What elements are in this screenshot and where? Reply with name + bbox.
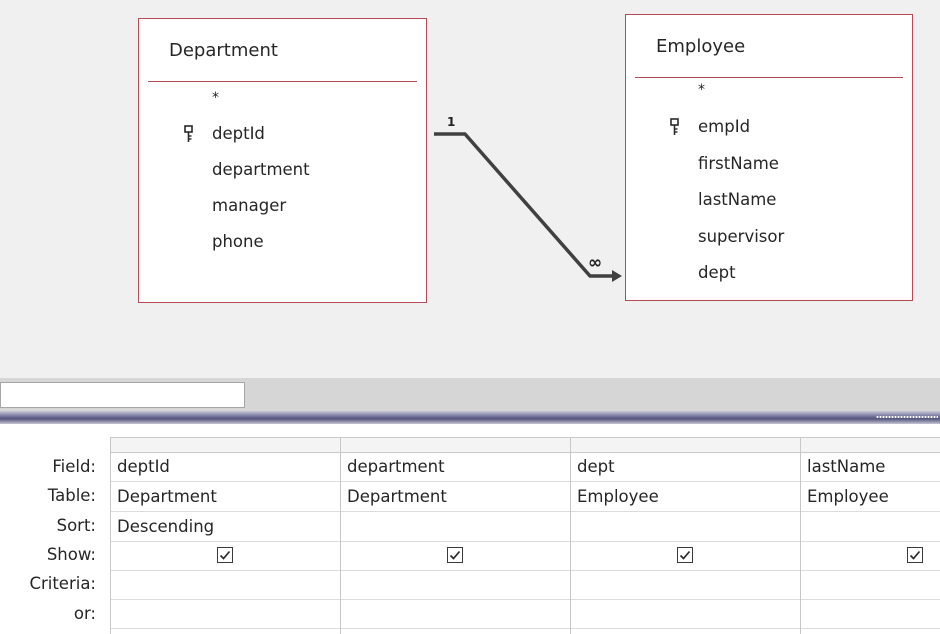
show-checkbox[interactable] <box>447 547 463 563</box>
grid-cell-criteria[interactable] <box>801 571 940 600</box>
grid-cell-or[interactable] <box>341 600 570 629</box>
grid-cell-sort[interactable] <box>571 512 800 542</box>
row-label-field: Field: <box>52 457 96 476</box>
column-selector[interactable] <box>801 438 940 453</box>
show-checkbox[interactable] <box>217 547 233 563</box>
grid-cell-table[interactable]: Employee <box>801 482 940 512</box>
relationship-line[interactable]: 1 ∞ <box>0 0 940 378</box>
row-label-or: or: <box>73 604 96 623</box>
grid-cell-show <box>801 542 940 571</box>
splitter-grip-icon[interactable] <box>876 415 938 420</box>
grid-cell-sort[interactable] <box>801 512 940 542</box>
horizontal-scrollbar[interactable] <box>0 382 245 408</box>
row-label-table: Table: <box>47 486 96 505</box>
grid-cell-or[interactable] <box>111 600 340 629</box>
grid-column-1: deptId Department Descending <box>111 438 341 634</box>
query-design-grid: Field: Table: Sort: Show: Criteria: or: … <box>0 424 940 634</box>
grid-cell-show <box>111 542 340 571</box>
row-label-sort: Sort: <box>56 516 96 535</box>
grid-cell-criteria[interactable] <box>111 571 340 600</box>
relationship-many-label: ∞ <box>588 253 602 273</box>
grid-column-2: department Department <box>341 438 571 634</box>
query-design-pane[interactable]: Department * deptId department manager p… <box>0 0 940 378</box>
column-selector[interactable] <box>111 438 340 453</box>
grid-cell-table[interactable]: Employee <box>571 482 800 512</box>
relationship-one-label: 1 <box>447 115 455 129</box>
grid-cell-or[interactable] <box>801 600 940 629</box>
grid-cell-field[interactable]: dept <box>571 452 800 482</box>
grid-cell-sort[interactable] <box>341 512 570 542</box>
column-selector[interactable] <box>341 438 570 453</box>
grid-column-3: dept Employee <box>571 438 801 634</box>
grid-cell-criteria[interactable] <box>341 571 570 600</box>
pane-splitter[interactable] <box>0 411 940 424</box>
grid-cell-criteria[interactable] <box>571 571 800 600</box>
show-checkbox[interactable] <box>907 547 923 563</box>
grid-cell-show <box>571 542 800 571</box>
column-selector[interactable] <box>571 438 800 453</box>
grid-cell-or[interactable] <box>571 600 800 629</box>
designer-scrollbar-area <box>0 378 940 411</box>
grid-cell-table[interactable]: Department <box>341 482 570 512</box>
grid-cell-show <box>341 542 570 571</box>
grid-columns: deptId Department Descending department … <box>110 437 940 634</box>
grid-cell-field[interactable]: deptId <box>111 452 340 482</box>
show-checkbox[interactable] <box>677 547 693 563</box>
grid-cell-table[interactable]: Department <box>111 482 340 512</box>
grid-cell-field[interactable]: department <box>341 452 570 482</box>
row-label-criteria: Criteria: <box>29 574 96 593</box>
grid-column-4: lastName Employee <box>801 438 940 634</box>
grid-cell-field[interactable]: lastName <box>801 452 940 482</box>
grid-cell-sort[interactable]: Descending <box>111 512 340 542</box>
row-label-show: Show: <box>46 545 96 564</box>
